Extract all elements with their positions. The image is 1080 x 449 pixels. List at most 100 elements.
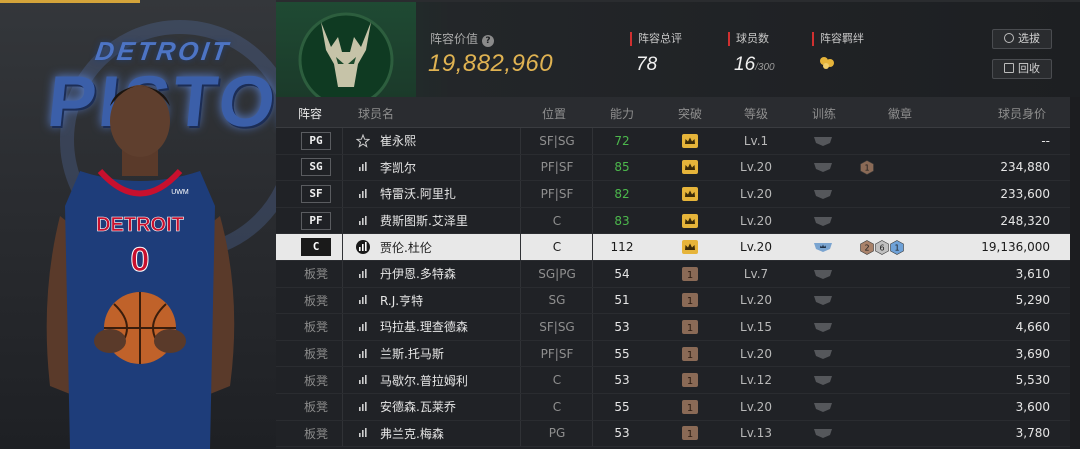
training-cell[interactable] [810,288,836,314]
player-name-cell[interactable]: 费斯图斯.艾泽里 [356,208,468,234]
breakthrough-cell[interactable] [672,208,708,234]
player-name-cell[interactable]: 丹伊恩.多特森 [356,261,456,287]
training-cell[interactable] [810,181,836,207]
player-price: 3,690 [1015,346,1050,361]
breakthrough-crown-icon [682,133,698,148]
breakthrough-cell[interactable]: 1 [672,394,708,420]
player-name-cell[interactable]: 贾伦.杜伦 [356,234,432,260]
badges-cell[interactable]: 2 6 1 [860,234,905,260]
player-ability: 83 [614,213,630,228]
breakthrough-cell[interactable] [672,234,708,260]
synergy-icon[interactable] [818,54,836,70]
recycle-icon [1004,63,1014,73]
breakthrough-cell[interactable]: 1 [672,341,708,367]
training-icon[interactable] [813,348,833,360]
badge-icon[interactable]: 6 [875,239,889,255]
table-row[interactable]: 板凳 R.J.亨特 SG 51 1 Lv.20 5,290 [276,287,1070,315]
table-row[interactable]: 板凳 弗兰克.梅森 PG 53 1 Lv.13 3,780 [276,420,1070,448]
training-icon[interactable] [813,135,833,147]
player-name-cell[interactable]: 李凯尔 [356,155,416,181]
col-badges[interactable]: 徽章 [888,105,912,122]
help-icon[interactable]: ? [482,35,495,47]
col-breakthrough[interactable]: 突破 [678,105,702,122]
breakthrough-cell[interactable] [672,128,708,154]
recycle-button[interactable]: 回收 [992,59,1052,79]
bench-label: 板凳 [303,267,328,282]
training-icon[interactable] [813,321,833,333]
table-row[interactable]: 板凳 丹伊恩.多特森 SG|PG 54 1 Lv.7 3,610 [276,261,1070,288]
badge-icon[interactable]: 2 [860,239,874,255]
training-icon[interactable] [813,188,833,200]
lineup-value: 19,882,960 [428,50,554,77]
price-cell: 3,610 [1016,261,1050,287]
badge-icon[interactable]: 1 [860,160,874,175]
breakthrough-cell[interactable] [672,181,708,207]
badge-icon[interactable]: 1 [890,239,904,255]
training-cell[interactable] [810,314,836,340]
training-cell[interactable] [810,261,836,287]
col-level[interactable]: 等级 [744,105,768,122]
column-divider [342,181,343,207]
player-name: 马歇尔.普拉姆利 [380,373,468,388]
col-price[interactable]: 球员身价 [998,105,1046,122]
training-cell[interactable] [810,394,836,420]
player-name-cell[interactable]: 玛拉基.理查德森 [356,314,468,340]
player-name-cell[interactable]: 兰斯.托马斯 [356,341,444,367]
player-name-cell[interactable]: 安德森.瓦莱乔 [356,394,456,420]
training-cell[interactable] [810,234,836,260]
player-name: 崔永熙 [380,134,417,149]
table-row[interactable]: SG 李凯尔 PF|SF 85 Lv.20 1 234,880 [276,154,1070,182]
col-position[interactable]: 位置 [542,105,566,122]
table-row[interactable]: 板凳 马歇尔.普拉姆利 C 53 1 Lv.12 5,530 [276,367,1070,394]
col-training[interactable]: 训练 [812,105,836,122]
col-player-name[interactable]: 球员名 [358,105,394,122]
training-icon[interactable] [813,294,833,306]
table-row[interactable]: SF 特雷沃.阿里扎 PF|SF 82 Lv.20 233,600 [276,181,1070,208]
training-cell[interactable] [810,208,836,234]
breakthrough-crown-icon [682,160,698,175]
col-lineup[interactable]: 阵容 [298,105,322,122]
training-cell[interactable] [810,128,836,154]
table-row[interactable]: 板凳 玛拉基.理查德森 SF|SG 53 1 Lv.15 4,660 [276,314,1070,341]
table-row[interactable]: 板凳 兰斯.托马斯 PF|SF 55 1 Lv.20 3,690 [276,340,1070,368]
breakthrough-cell[interactable]: 1 [672,367,708,393]
column-divider [520,181,521,207]
training-icon[interactable] [813,401,833,413]
column-divider [342,154,343,181]
lineup-value-label: 阵容价值? [430,30,495,47]
select-button[interactable]: 选拔 [992,29,1052,49]
player-name-cell[interactable]: 马歇尔.普拉姆利 [356,367,468,393]
lineup-slot: 板凳 [296,288,336,314]
bench-label: 板凳 [303,293,328,308]
training-icon[interactable] [813,427,833,439]
training-icon[interactable] [813,268,833,280]
table-row[interactable]: PG 崔永熙 SF|SG 72 Lv.1 -- [276,128,1070,155]
column-divider [342,420,343,447]
training-cell[interactable] [810,341,836,367]
player-name-cell[interactable]: 弗兰克.梅森 [356,421,444,447]
breakthrough-cell[interactable]: 1 [672,261,708,287]
breakthrough-cell[interactable] [672,155,708,181]
player-name-cell[interactable]: 崔永熙 [356,128,416,154]
breakthrough-cell[interactable]: 1 [672,421,708,447]
table-row[interactable]: C 贾伦.杜伦 C 112 Lv.20 2 6 1 19,136,000 [276,234,1070,261]
player-level: Lv.20 [740,293,772,308]
training-icon[interactable] [813,241,833,253]
training-icon[interactable] [813,161,833,173]
breakthrough-cell[interactable]: 1 [672,314,708,340]
table-row[interactable]: PF 费斯图斯.艾泽里 C 83 Lv.20 248,320 [276,207,1070,235]
training-cell[interactable] [810,421,836,447]
player-name-cell[interactable]: R.J.亨特 [356,288,423,314]
player-name-cell[interactable]: 特雷沃.阿里扎 [356,181,456,207]
player-price: 248,320 [1000,213,1050,228]
badges-cell[interactable]: 1 [860,155,875,181]
lineup-slot: 板凳 [296,367,336,393]
price-cell: 248,320 [1000,208,1050,234]
training-cell[interactable] [810,155,836,181]
col-ability[interactable]: 能力 [610,105,634,122]
training-cell[interactable] [810,367,836,393]
training-icon[interactable] [813,374,833,386]
table-row[interactable]: 板凳 安德森.瓦莱乔 C 55 1 Lv.20 3,600 [276,394,1070,421]
breakthrough-cell[interactable]: 1 [672,288,708,314]
training-icon[interactable] [813,215,833,227]
